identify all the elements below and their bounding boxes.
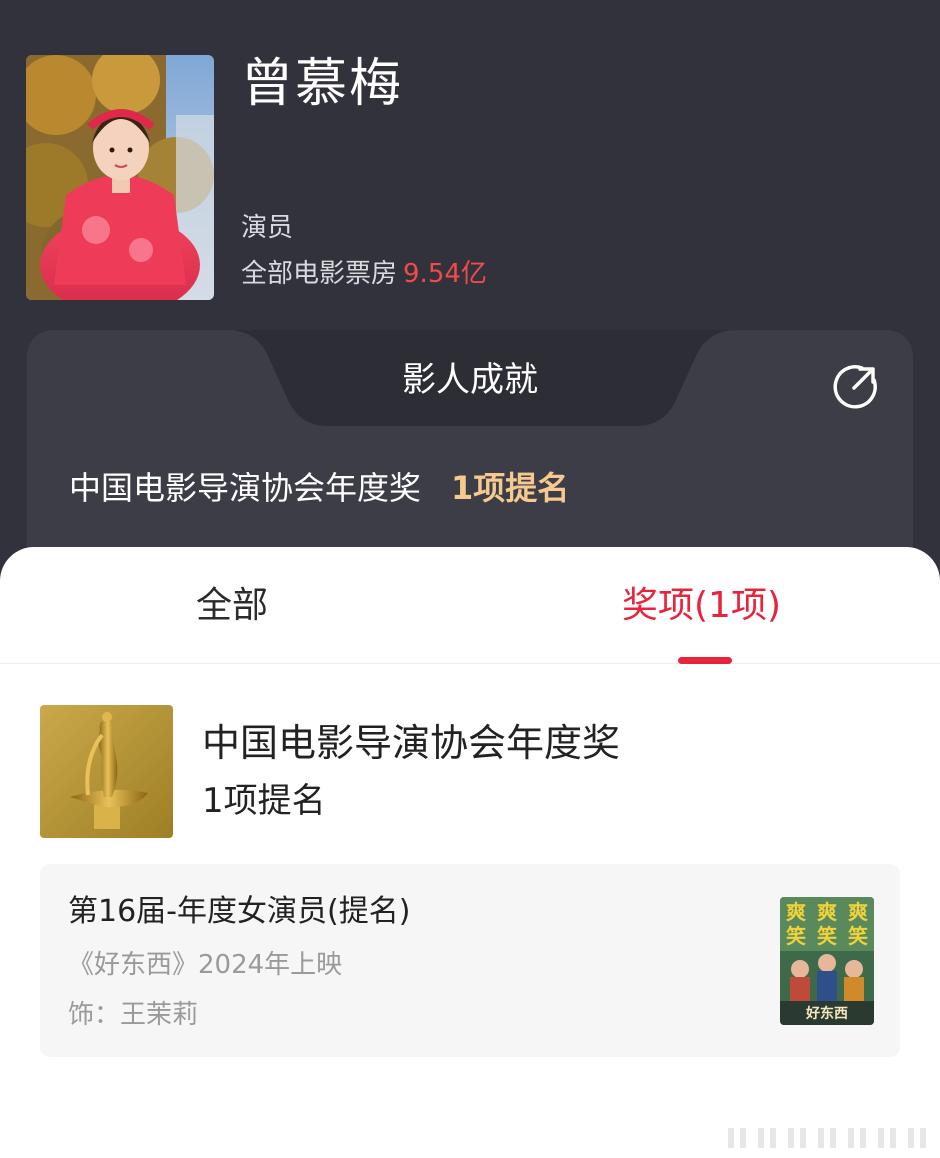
svg-text:爽: 爽 — [786, 900, 806, 924]
nomination-movie[interactable]: 《好东西》2024年上映 — [68, 948, 342, 982]
svg-text:笑: 笑 — [817, 924, 837, 948]
actor-name: 曾慕梅 — [241, 54, 404, 114]
boxoffice-label: 全部电影票房 — [241, 259, 398, 289]
award-summary: 1项提名 — [202, 781, 326, 821]
boxoffice-amount: 9.54亿 — [403, 259, 487, 289]
trophy-icon — [40, 705, 173, 838]
achievement-award-count: 1项提名 — [451, 469, 570, 507]
achievement-summary: 中国电影导演协会年度奖 1项提名 — [69, 468, 569, 508]
achievement-card[interactable]: 影人成就 中国电影导演协会年度奖 1项提名 — [27, 330, 913, 580]
active-tab-indicator — [678, 657, 732, 664]
svg-text:笑: 笑 — [848, 924, 868, 948]
award-name: 中国电影导演协会年度奖 — [202, 721, 621, 765]
actor-avatar[interactable] — [26, 55, 214, 300]
svg-text:爽: 爽 — [848, 900, 868, 924]
svg-text:爽: 爽 — [817, 900, 837, 924]
awards-sheet: 全部 奖项(1项) 中国电影导演协会年度奖 1项提名 第16届-年度女演员(提名… — [0, 547, 940, 1158]
achievement-title: 影人成就 — [402, 360, 538, 400]
share-icon[interactable] — [832, 362, 880, 410]
nomination-card[interactable]: 第16届-年度女演员(提名) 《好东西》2024年上映 饰：王茉莉 爽爽爽 笑笑… — [40, 864, 900, 1057]
nomination-title: 第16届-年度女演员(提名) — [68, 894, 411, 929]
achievement-award-name: 中国电影导演协会年度奖 — [69, 469, 422, 507]
nomination-role: 饰：王茉莉 — [68, 1000, 199, 1030]
movie-poster[interactable]: 爽爽爽 笑笑笑 好东西 — [780, 897, 874, 1025]
svg-text:笑: 笑 — [786, 924, 806, 948]
tab-all[interactable]: 全部 — [196, 583, 268, 629]
svg-text:好东西: 好东西 — [805, 1005, 848, 1022]
tab-bar: 全部 奖项(1项) — [0, 547, 940, 664]
boxoffice-summary: 全部电影票房 9.54亿 — [241, 256, 487, 292]
watermark-stripes — [728, 1128, 926, 1148]
actor-role: 演员 — [241, 213, 294, 243]
tab-awards[interactable]: 奖项(1项) — [622, 583, 781, 629]
